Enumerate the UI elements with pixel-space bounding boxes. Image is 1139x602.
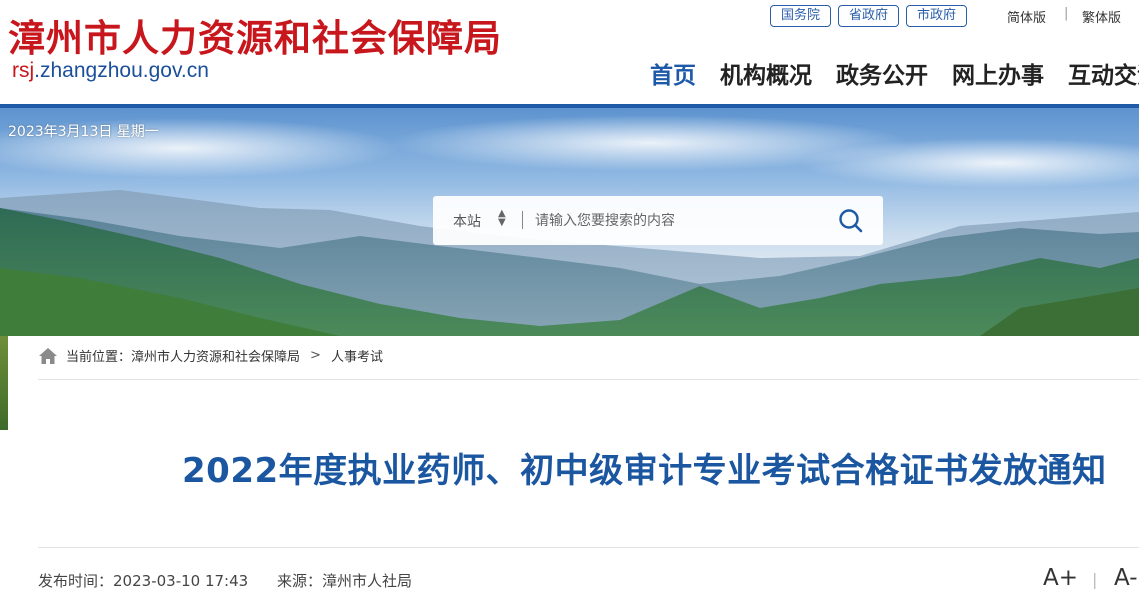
lang-simplified[interactable]: 简体版 [1007, 7, 1046, 26]
search-input[interactable] [533, 209, 827, 233]
publish-label: 发布时间： [38, 572, 114, 590]
home-icon[interactable] [38, 347, 58, 365]
nav-home[interactable]: 首页 [650, 56, 696, 90]
site-domain: rsj.zhangzhou.gov.cn [12, 59, 209, 83]
article-title: 2022年度执业药师、初中级审计专业考试合格证书发放通知 [182, 451, 1107, 491]
lang-traditional[interactable]: 繁体版 [1082, 7, 1121, 26]
breadcrumb-divider [38, 379, 1139, 380]
breadcrumb-separator: > [310, 348, 321, 363]
breadcrumb-prefix: 当前位置： [66, 350, 132, 365]
source-label: 来源： [276, 572, 322, 590]
banner-edge-decoration [0, 336, 8, 430]
source-value: 漳州市人社局 [321, 572, 412, 590]
domain-rest: .zhangzhou.gov.cn [34, 59, 209, 82]
domain-prefix: rsj [12, 59, 35, 82]
font-decrease-button[interactable]: A- [1114, 565, 1138, 591]
font-size-separator: | [1092, 570, 1098, 589]
gov-link-state-council[interactable]: 国务院 [770, 5, 832, 27]
search-bar: 本站 ▲ ▼ [433, 196, 883, 245]
breadcrumb: 当前位置： 漳州市人力资源和社会保障局 > 人事考试 [38, 346, 383, 365]
nav-open-government[interactable]: 政务公开 [836, 56, 928, 90]
breadcrumb-current[interactable]: 人事考试 [331, 346, 383, 365]
search-icon[interactable] [837, 208, 865, 234]
article-meta: 发布时间：2023-03-10 17:43 来源：漳州市人社局 [38, 570, 436, 591]
current-date: 2023年3月13日 星期一 [8, 124, 159, 140]
lang-separator: | [1064, 6, 1069, 21]
gov-link-city[interactable]: 市政府 [906, 5, 968, 27]
search-scope-select[interactable]: 本站 [453, 211, 481, 231]
banner: 2023年3月13日 星期一 本站 ▲ ▼ [0, 108, 1139, 336]
publish-time: 发布时间：2023-03-10 17:43 [38, 572, 248, 590]
main-nav: 首页 机构概况 政务公开 网上办事 互动交流 [650, 56, 1139, 90]
search-divider [522, 211, 523, 229]
nav-interaction[interactable]: 互动交流 [1068, 56, 1139, 90]
site-header: 漳州市人力资源和社会保障局 rsj.zhangzhou.gov.cn 国务院 省… [0, 0, 1139, 106]
gov-links: 国务院 省政府 市政府 [770, 5, 968, 27]
breadcrumb-home-link[interactable]: 漳州市人力资源和社会保障局 [131, 346, 300, 365]
gov-link-province[interactable]: 省政府 [838, 5, 900, 27]
sort-arrows-icon[interactable]: ▲ ▼ [498, 209, 506, 228]
site-title[interactable]: 漳州市人力资源和社会保障局 [8, 8, 502, 62]
publish-value: 2023-03-10 17:43 [113, 572, 249, 590]
article-source: 来源：漳州市人社局 [277, 572, 412, 590]
font-increase-button[interactable]: A+ [1043, 565, 1078, 591]
nav-online-services[interactable]: 网上办事 [952, 56, 1044, 90]
nav-about[interactable]: 机构概况 [720, 56, 812, 90]
title-divider [38, 547, 1139, 548]
